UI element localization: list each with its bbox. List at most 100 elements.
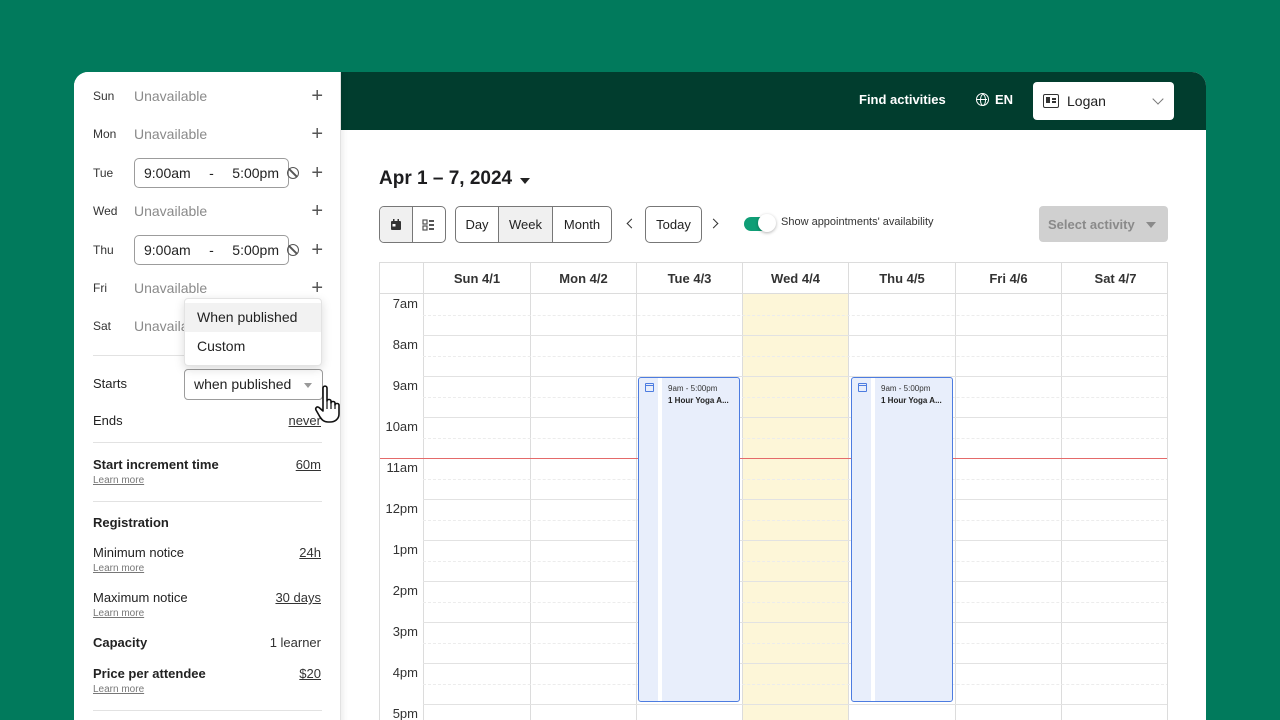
- hour-label: 10am: [385, 419, 418, 434]
- end-time[interactable]: 5:00pm: [232, 165, 279, 181]
- add-icon[interactable]: +: [311, 86, 323, 106]
- time-gutter-header: [380, 263, 423, 294]
- start-time[interactable]: 9:00am: [144, 242, 191, 258]
- hour-label: 4pm: [392, 665, 418, 680]
- dropdown-option-when-published[interactable]: When published: [185, 303, 321, 332]
- price-value[interactable]: $20: [299, 666, 321, 681]
- learn-more-link[interactable]: Learn more: [93, 563, 144, 574]
- min-notice-value[interactable]: 24h: [299, 545, 321, 560]
- capacity-label: Capacity: [93, 635, 148, 650]
- day-label: Mon: [93, 127, 117, 141]
- add-icon[interactable]: +: [311, 201, 323, 221]
- grid-line: [636, 294, 637, 720]
- chevron-left-icon[interactable]: [626, 218, 637, 229]
- event-block-tue[interactable]: 9am - 5:00pm 1 Hour Yoga A...: [638, 377, 740, 702]
- add-icon[interactable]: +: [311, 240, 323, 260]
- grid-line: [423, 663, 1167, 664]
- current-time-indicator: [380, 458, 1167, 459]
- today-button[interactable]: Today: [645, 206, 702, 243]
- hour-label: 8am: [392, 337, 418, 352]
- language-selector[interactable]: EN: [976, 92, 1013, 107]
- event-title: 1 Hour Yoga A...: [881, 396, 942, 405]
- select-activity-button[interactable]: Select activity: [1039, 206, 1168, 242]
- grid-line: [423, 581, 1167, 582]
- tab-month[interactable]: Month: [553, 207, 611, 242]
- globe-icon: [976, 93, 989, 106]
- caret-down-icon: [304, 383, 312, 388]
- event-block-thu[interactable]: 9am - 5:00pm 1 Hour Yoga A...: [851, 377, 953, 702]
- tab-day[interactable]: Day: [456, 207, 499, 242]
- grid-line: [423, 499, 1167, 500]
- day-label: Wed: [93, 204, 118, 218]
- column-header: Thu 4/5: [848, 263, 955, 294]
- ends-label: Ends: [93, 413, 123, 428]
- date-range-selector[interactable]: Apr 1 – 7, 2024: [379, 168, 531, 190]
- grid-line: [423, 314, 1167, 316]
- availability-toggle[interactable]: [744, 214, 776, 232]
- add-icon[interactable]: +: [311, 163, 323, 183]
- day-row-mon: Mon Unavailable +: [93, 119, 323, 149]
- grid-line: [423, 294, 424, 720]
- chevron-right-icon[interactable]: [708, 218, 719, 229]
- hour-label: 5pm: [392, 706, 418, 720]
- caret-down-icon: [520, 177, 531, 184]
- grid-line: [423, 417, 1167, 418]
- grid-line: [423, 601, 1167, 603]
- starts-select[interactable]: when published: [184, 369, 323, 400]
- block-icon[interactable]: [287, 167, 299, 179]
- add-icon[interactable]: +: [311, 278, 323, 298]
- day-row-wed: Wed Unavailable +: [93, 196, 323, 226]
- event-stripe: [871, 378, 875, 701]
- time-range-input[interactable]: 9:00am - 5:00pm: [134, 235, 289, 265]
- hour-label: 9am: [392, 378, 418, 393]
- grid-line: [423, 683, 1167, 685]
- day-value: Unavaila: [134, 318, 189, 334]
- view-mode-toggle: [379, 206, 446, 243]
- max-notice-value[interactable]: 30 days: [275, 590, 321, 605]
- start-increment-value[interactable]: 60m: [296, 457, 321, 472]
- grid-line: [423, 335, 1167, 336]
- calendar-view-tabs: Day Week Month: [455, 206, 612, 243]
- calendar-icon: [645, 383, 654, 392]
- hour-label: 2pm: [392, 583, 418, 598]
- user-name: Logan: [1067, 93, 1106, 109]
- add-icon[interactable]: +: [311, 124, 323, 144]
- tab-week[interactable]: Week: [499, 207, 553, 242]
- grid-line: [423, 519, 1167, 521]
- grid-line: [955, 294, 956, 720]
- schedule-view-button[interactable]: [413, 207, 446, 242]
- learn-more-link[interactable]: Learn more: [93, 684, 144, 695]
- day-row-tue: Tue 9:00am - 5:00pm +: [93, 158, 323, 188]
- grid-line: [530, 294, 531, 720]
- calendar-icon: [858, 383, 867, 392]
- end-time[interactable]: 5:00pm: [232, 242, 279, 258]
- learn-more-link[interactable]: Learn more: [93, 475, 144, 486]
- calendar-view-button[interactable]: [380, 207, 413, 242]
- dropdown-option-custom[interactable]: Custom: [185, 332, 321, 361]
- hour-label: 1pm: [392, 542, 418, 557]
- start-time[interactable]: 9:00am: [144, 165, 191, 181]
- min-notice-label: Minimum notice: [93, 545, 185, 560]
- starts-dropdown-menu: When published Custom: [184, 298, 322, 366]
- day-value: Unavailable: [134, 203, 208, 219]
- starts-label: Starts: [93, 376, 127, 391]
- top-bar: Find activities EN Logan: [341, 72, 1206, 130]
- hour-label: 11am: [386, 460, 418, 475]
- day-row-sun: Sun Unavailable +: [93, 81, 323, 111]
- day-label: Sat: [93, 319, 112, 333]
- profile-card-icon: [1043, 94, 1059, 108]
- column-header: Mon 4/2: [530, 263, 636, 294]
- column-header: Tue 4/3: [636, 263, 742, 294]
- time-separator: -: [209, 165, 214, 181]
- today-column-highlight: [742, 294, 848, 720]
- hour-label: 12pm: [385, 501, 418, 516]
- column-header: Fri 4/6: [955, 263, 1061, 294]
- find-activities-link[interactable]: Find activities: [859, 92, 946, 107]
- learn-more-link[interactable]: Learn more: [93, 608, 144, 619]
- day-label: Sun: [93, 89, 115, 103]
- starts-value: when published: [194, 376, 292, 392]
- user-select[interactable]: Logan: [1033, 82, 1174, 120]
- time-range-input[interactable]: 9:00am - 5:00pm: [134, 158, 289, 188]
- hour-label: 7am: [392, 296, 418, 311]
- block-icon[interactable]: [287, 244, 299, 256]
